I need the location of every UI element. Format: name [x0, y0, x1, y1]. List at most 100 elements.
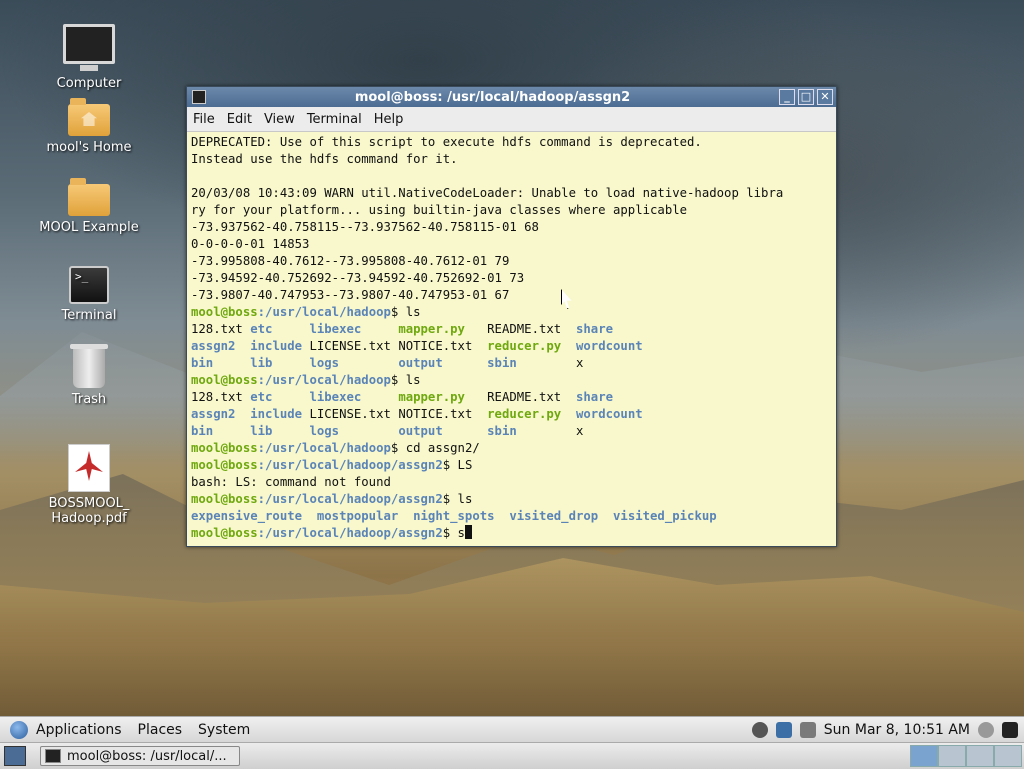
- prompt-path: :/usr/local/hadoop/assgn2: [257, 492, 443, 506]
- ls-entry: NOTICE.txt: [398, 407, 488, 421]
- terminal-window[interactable]: mool@boss: /usr/local/hadoop/assgn2 _ □ …: [186, 86, 837, 547]
- terminal-line: -73.995808-40.7612--73.995808-40.7612-01…: [191, 253, 832, 270]
- ls-entry: wordcount: [576, 339, 643, 353]
- terminal-line: mool@boss:/usr/local/hadoop$ ls: [191, 304, 832, 321]
- desktop-icon-label: Computer: [56, 76, 122, 91]
- terminal-line: -73.937562-40.758115--73.937562-40.75811…: [191, 219, 832, 236]
- close-button[interactable]: ✕: [817, 89, 833, 105]
- menu-file[interactable]: File: [187, 112, 221, 127]
- menu-edit[interactable]: Edit: [221, 112, 258, 127]
- clock[interactable]: Sun Mar 8, 10:51 AM: [824, 722, 970, 738]
- ls-entry: output: [398, 356, 488, 370]
- terminal-line: mool@boss:/usr/local/hadoop$ ls: [191, 372, 832, 389]
- workspace-switcher: [910, 745, 1022, 767]
- ls-entry: LICENSE.txt: [309, 407, 399, 421]
- desktop-icon-label: BOSSMOOL_ Hadoop.pdf: [48, 496, 130, 526]
- output-text: -73.937562-40.758115--73.937562-40.75811…: [191, 220, 539, 234]
- desktop-icon-computer[interactable]: Computer: [34, 24, 144, 91]
- search-icon[interactable]: [775, 722, 792, 738]
- desktop-icon-pdf[interactable]: BOSSMOOL_ Hadoop.pdf: [34, 444, 144, 526]
- prompt-command: $ cd assgn2/: [390, 441, 480, 455]
- terminal-line: mool@boss:/usr/local/hadoop/assgn2$ s: [191, 525, 832, 542]
- terminal-line: 128.txt etc libexec mapper.py README.txt…: [191, 389, 832, 406]
- terminal-line: -73.9807-40.747953--73.9807-40.747953-01…: [191, 287, 832, 304]
- ls-entry: mostpopular: [316, 509, 414, 523]
- window-menu-icon[interactable]: [192, 90, 206, 104]
- gnome-panel-bottom: mool@boss: /usr/local/...: [0, 742, 1024, 769]
- menu-view[interactable]: View: [258, 112, 301, 127]
- terminal-launcher-icon[interactable]: [1002, 722, 1018, 738]
- prompt-user: mool@boss: [191, 458, 258, 472]
- menu-help[interactable]: Help: [368, 112, 410, 127]
- ls-entry: libexec: [309, 322, 399, 336]
- ls-entry: share: [576, 390, 614, 404]
- terminal-output[interactable]: DEPRECATED: Use of this script to execut…: [187, 132, 836, 546]
- trash-icon: [70, 344, 108, 388]
- minimize-button[interactable]: _: [779, 89, 795, 105]
- prompt-user: mool@boss: [191, 373, 258, 387]
- prompt-command: $ s: [442, 526, 465, 540]
- terminal-line: expensive_route mostpopular night_spots …: [191, 508, 832, 525]
- taskbar-terminal-button[interactable]: mool@boss: /usr/local/...: [40, 746, 240, 766]
- ls-entry: lib: [250, 424, 310, 438]
- prompt-path: :/usr/local/hadoop: [257, 305, 391, 319]
- desktop-icon-label: mool's Home: [46, 140, 132, 155]
- terminal-line: bin lib logs output sbin x: [191, 355, 832, 372]
- output-text: -73.995808-40.7612--73.995808-40.7612-01…: [191, 254, 510, 268]
- ls-entry: reducer.py: [487, 339, 576, 353]
- ls-entry: mapper.py: [398, 322, 488, 336]
- prompt-user: mool@boss: [191, 441, 258, 455]
- output-text: Instead use the hdfs command for it.: [191, 152, 458, 166]
- ls-entry: sbin: [487, 356, 576, 370]
- menu-applications[interactable]: Applications: [28, 722, 130, 738]
- ls-entry: mapper.py: [398, 390, 488, 404]
- desktop-icon-terminal[interactable]: >_ Terminal: [34, 266, 144, 323]
- prompt-user: mool@boss: [191, 492, 258, 506]
- window-titlebar[interactable]: mool@boss: /usr/local/hadoop/assgn2 _ □ …: [187, 87, 836, 107]
- menubar: File Edit View Terminal Help: [187, 107, 836, 132]
- ls-entry: libexec: [309, 390, 399, 404]
- ls-entry: logs: [309, 356, 399, 370]
- desktop-icon-home[interactable]: mool's Home: [34, 98, 144, 155]
- maximize-button[interactable]: □: [798, 89, 814, 105]
- desktop-icon-label: Terminal: [61, 308, 117, 323]
- prompt-command: $ ls: [390, 373, 421, 387]
- prompt-path: :/usr/local/hadoop/assgn2: [257, 458, 443, 472]
- error-text: bash: LS: command not found: [191, 475, 391, 489]
- ls-entry: visited_drop: [509, 509, 614, 523]
- desktop-icon-mool-example[interactable]: MOOL Example: [34, 178, 144, 235]
- ls-entry: include: [250, 339, 310, 353]
- desktop-icon-label: MOOL Example: [39, 220, 139, 235]
- output-text: 20/03/08 10:43:09 WARN util.NativeCodeLo…: [191, 186, 784, 200]
- desktop-icon-trash[interactable]: Trash: [34, 344, 144, 407]
- prompt-command: $ ls: [442, 492, 473, 506]
- terminal-line: ry for your platform... using builtin-ja…: [191, 202, 832, 219]
- output-text: -73.9807-40.747953--73.9807-40.747953-01…: [191, 288, 510, 302]
- text-cursor: [464, 525, 472, 539]
- volume-icon[interactable]: [978, 722, 994, 738]
- ls-entry: README.txt: [487, 390, 576, 404]
- menu-places[interactable]: Places: [130, 722, 191, 738]
- ls-entry: etc: [250, 322, 310, 336]
- output-text: DEPRECATED: Use of this script to execut…: [191, 135, 702, 149]
- prompt-path: :/usr/local/hadoop: [257, 441, 391, 455]
- network-icon[interactable]: [799, 722, 816, 738]
- settings-gear-icon[interactable]: [751, 722, 768, 738]
- workspace-4[interactable]: [994, 745, 1022, 767]
- workspace-3[interactable]: [966, 745, 994, 767]
- output-text: 0-0-0-0-01 14853: [191, 237, 310, 251]
- menu-terminal[interactable]: Terminal: [301, 112, 368, 127]
- terminal-line: assgn2 include LICENSE.txt NOTICE.txt re…: [191, 406, 832, 423]
- menu-system[interactable]: System: [190, 722, 258, 738]
- taskbar-label: mool@boss: /usr/local/...: [67, 748, 227, 764]
- workspace-1[interactable]: [910, 745, 938, 767]
- prompt-path: :/usr/local/hadoop/assgn2: [257, 526, 443, 540]
- ls-entry: 128.txt: [191, 390, 251, 404]
- terminal-line: assgn2 include LICENSE.txt NOTICE.txt re…: [191, 338, 832, 355]
- workspace-2[interactable]: [938, 745, 966, 767]
- prompt-user: mool@boss: [191, 305, 258, 319]
- ls-entry: bin: [191, 424, 251, 438]
- show-desktop-button[interactable]: [4, 746, 26, 766]
- terminal-line: 128.txt etc libexec mapper.py README.txt…: [191, 321, 832, 338]
- terminal-line: -73.94592-40.752692--73.94592-40.752692-…: [191, 270, 832, 287]
